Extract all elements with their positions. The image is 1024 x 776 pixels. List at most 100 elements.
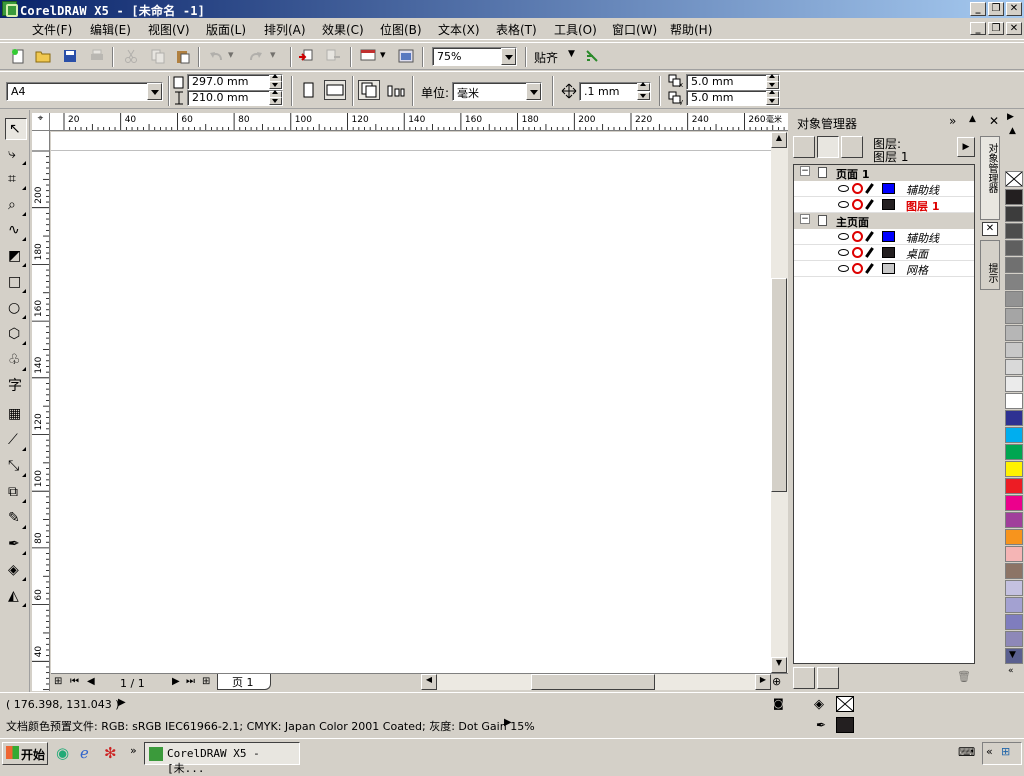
palette-swatch[interactable] [1005,206,1023,222]
eyedropper-tool[interactable]: ✎ [5,508,27,530]
polygon-tool[interactable]: ⬡ [5,324,27,346]
palette-expand-icon[interactable]: « [1008,666,1014,676]
menu-text[interactable]: 文本(X) [438,21,480,38]
docker-collapse-icon[interactable]: ▲ [969,114,976,124]
undo-icon[interactable] [208,48,224,64]
browser-icon[interactable]: ◉ [56,744,69,762]
palette-swatch[interactable] [1005,257,1023,273]
vertical-scrollbar[interactable]: ▲ ▼ [771,132,788,673]
palette-swatch[interactable] [1005,393,1023,409]
rectangle-tool[interactable]: □ [5,272,27,294]
menu-tools[interactable]: 工具(O) [554,21,597,38]
blend-tool[interactable]: ⧉ [5,482,27,504]
doc-restore-button[interactable]: ❐ [988,22,1004,35]
page-node[interactable]: − 页面 1 [794,165,974,181]
delete-layer-icon[interactable]: 🗑 [957,670,971,683]
eye-icon[interactable] [838,201,849,208]
palette-swatch[interactable] [1005,597,1023,613]
palette-swatch[interactable] [1005,274,1023,290]
docker-expand-icon[interactable]: » [949,114,956,128]
horizontal-ruler[interactable]: 20 40 60 80 100 120 140 160 180 200 220 240 260 [50,113,788,131]
layer-color-swatch[interactable] [882,263,895,274]
portrait-icon[interactable] [300,82,316,98]
layer-row[interactable]: 辅助线 [794,229,974,245]
dimension-tool[interactable]: ⟋ [5,430,27,452]
taskbar-item-coreldraw[interactable]: CorelDRAW X5 - [未... [144,742,300,775]
no-color-swatch[interactable] [1005,171,1023,187]
freehand-tool[interactable]: ∿ [5,220,27,242]
redo-dropdown-icon[interactable]: ▾ [270,48,280,64]
palette-up-icon[interactable]: ▲ [1009,126,1016,136]
vertical-scroll-thumb[interactable] [771,278,787,492]
palette-swatch[interactable] [1005,512,1023,528]
palette-swatch[interactable] [1005,223,1023,239]
unit-combo[interactable]: 毫米 [452,82,542,101]
menu-window[interactable]: 窗口(W) [612,21,657,38]
new-document-icon[interactable] [10,48,26,64]
cut-icon[interactable] [123,48,139,64]
export-icon[interactable] [325,48,341,64]
save-icon[interactable] [62,48,78,64]
spin-down-icon[interactable] [637,92,650,100]
palette-swatch[interactable] [1005,427,1023,443]
duplicate-y-field[interactable]: 5.0 mm [686,90,780,106]
spin-down-icon[interactable] [269,81,282,89]
palette-swatch[interactable] [1005,444,1023,460]
object-manager-tab[interactable]: 对象管理器 [980,136,1000,220]
layer-color-swatch[interactable] [882,231,895,242]
palette-swatch[interactable] [1005,461,1023,477]
menu-edit[interactable]: 编辑(E) [90,21,131,38]
shape-tool[interactable]: ⤷ [5,144,27,166]
docker-close-icon[interactable]: ✕ [989,114,999,128]
printable-toggle-icon[interactable] [852,183,863,194]
menu-table[interactable]: 表格(T) [496,21,537,38]
profile-arrow-icon[interactable]: ▶ [504,717,512,728]
last-page-icon[interactable]: ⏭ [186,676,195,687]
welcome-screen-icon[interactable] [398,48,414,64]
chevron-down-icon[interactable] [526,83,541,100]
current-page-icon[interactable] [386,82,406,98]
fill-tool[interactable]: ◈ [5,560,27,582]
menu-view[interactable]: 视图(V) [148,21,190,38]
menu-bitmaps[interactable]: 位图(B) [380,21,422,38]
layer-manager-view-icon[interactable] [841,136,863,158]
palette-down-icon[interactable]: ▼ [1009,650,1016,660]
printable-toggle-icon[interactable] [852,263,863,274]
snap-status-icon[interactable]: ◙ [773,697,784,710]
scroll-up-icon[interactable]: ▲ [771,132,787,148]
drawing-canvas[interactable] [51,132,771,673]
chevron-down-icon[interactable] [501,48,516,65]
printable-toggle-icon[interactable] [852,231,863,242]
smart-fill-tool[interactable]: ◩ [5,246,27,268]
undo-dropdown-icon[interactable]: ▾ [228,48,238,64]
spin-down-icon[interactable] [269,97,282,105]
new-master-layer-icon[interactable] [817,667,839,689]
table-tool[interactable]: ▦ [5,404,27,426]
tray-expand-icon[interactable]: « [986,745,993,758]
printable-toggle-icon[interactable] [852,199,863,210]
palette-swatch[interactable] [1005,291,1023,307]
page-node[interactable]: − 主页面 [794,213,974,229]
edit-across-layers-icon[interactable] [817,136,839,158]
scroll-left-icon[interactable]: ◀ [421,674,437,690]
menu-arrange[interactable]: 排列(A) [264,21,306,38]
start-button[interactable]: 开始 [2,742,48,765]
palette-swatch[interactable] [1005,546,1023,562]
outline-color-swatch[interactable] [836,717,854,733]
palette-swatch[interactable] [1005,308,1023,324]
editable-pencil-icon[interactable] [865,231,874,242]
palette-scroll-up-icon[interactable]: ▶ [1007,112,1014,122]
spin-down-icon[interactable] [766,97,779,105]
ellipse-tool[interactable]: ○ [5,298,27,320]
palette-swatch[interactable] [1005,325,1023,341]
options-icon[interactable] [584,48,600,64]
launcher-dropdown-icon[interactable]: ▾ [380,48,390,64]
palette-swatch[interactable] [1005,410,1023,426]
pick-tool[interactable]: ↖ [5,118,27,140]
navigator-icon[interactable]: ⊕ [772,675,781,688]
add-page-after-icon[interactable]: ⊞ [202,676,210,687]
palette-swatch[interactable] [1005,342,1023,358]
network-icon[interactable]: ⊞ [1001,745,1010,758]
open-icon[interactable] [35,48,51,64]
palette-swatch[interactable] [1005,614,1023,630]
